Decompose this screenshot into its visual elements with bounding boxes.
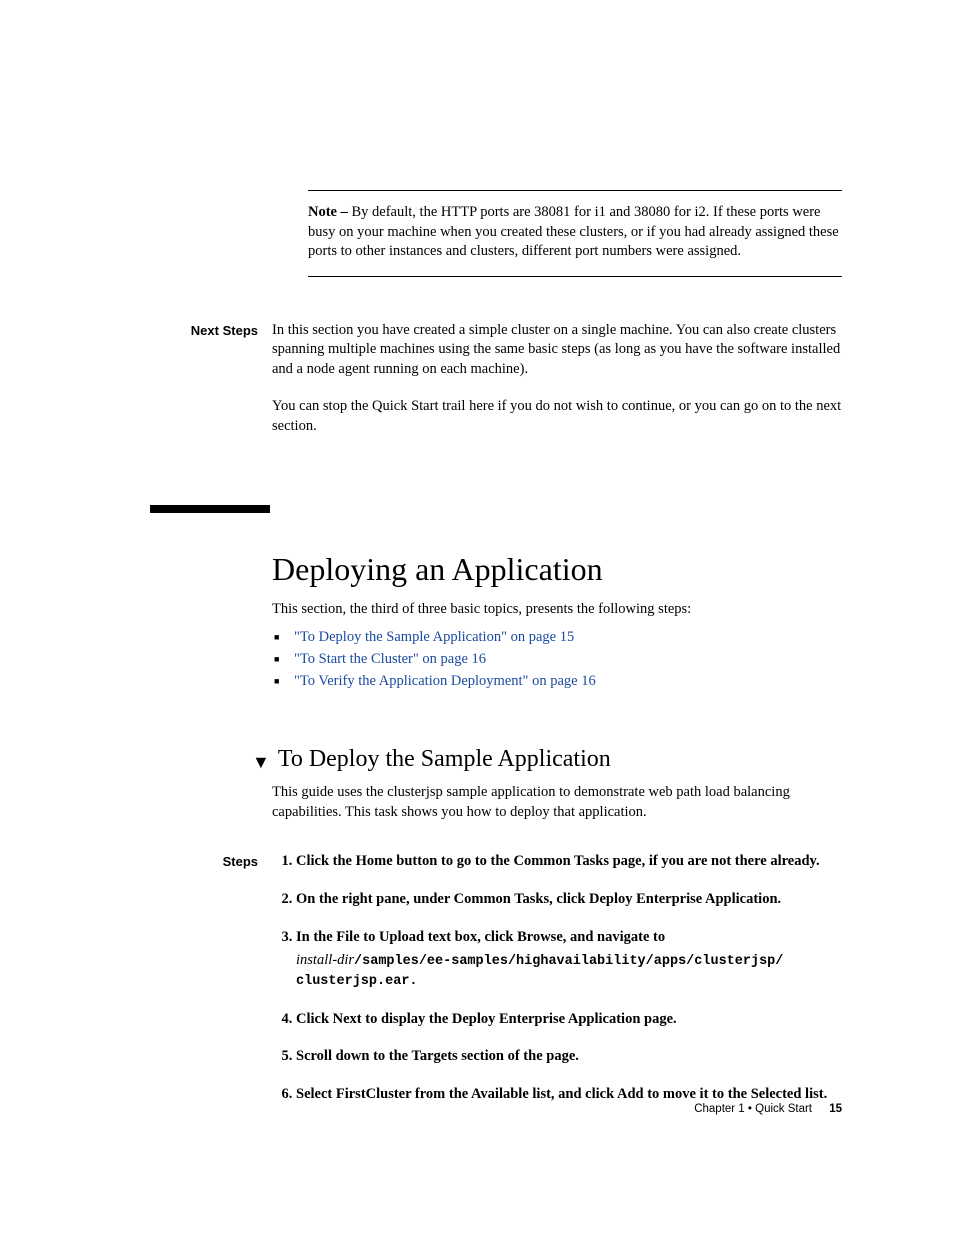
next-steps-body: In this section you have created a simpl…: [272, 321, 842, 455]
step-text: Select FirstCluster from the Available l…: [296, 1086, 827, 1102]
toc-item: "To Deploy the Sample Application" on pa…: [272, 627, 842, 649]
subsection-title: To Deploy the Sample Application: [278, 746, 611, 773]
note-box: Note – By default, the HTTP ports are 38…: [308, 190, 842, 277]
step-item: Scroll down to the Targets section of th…: [296, 1047, 842, 1067]
next-steps-block: Next Steps In this section you have crea…: [150, 321, 842, 455]
step-item: Click Next to display the Deploy Enterpr…: [296, 1010, 842, 1030]
step-text: On the right pane, under Common Tasks, c…: [296, 891, 781, 907]
path-mono: /samples/ee-samples/highavailability/app…: [296, 954, 783, 989]
steps-label: Steps: [150, 852, 272, 1122]
next-steps-para-2: You can stop the Quick Start trail here …: [272, 397, 842, 436]
subsection-intro-wrap: This guide uses the clusterjsp sample ap…: [272, 783, 842, 822]
page: Note – By default, the HTTP ports are 38…: [0, 0, 954, 1235]
section-block: Deploying an Application This section, t…: [272, 551, 842, 693]
step-text: Scroll down to the Targets section of th…: [296, 1048, 579, 1064]
step-item: Select FirstCluster from the Available l…: [296, 1085, 842, 1105]
toc-link-1[interactable]: "To Deploy the Sample Application" on pa…: [294, 629, 574, 645]
step-text: In the File to Upload text box, click Br…: [296, 929, 665, 945]
path-end: .: [409, 974, 417, 989]
steps-list: Click the Home button to go to the Commo…: [272, 852, 842, 1122]
path-italic: install-dir: [296, 952, 354, 968]
toc-item: "To Start the Cluster" on page 16: [272, 649, 842, 671]
subsection-intro: This guide uses the clusterjsp sample ap…: [272, 783, 842, 822]
steps-block: Steps Click the Home button to go to the…: [150, 852, 842, 1122]
next-steps-para-1: In this section you have created a simpl…: [272, 321, 842, 380]
step-item: On the right pane, under Common Tasks, c…: [296, 890, 842, 910]
section-title: Deploying an Application: [272, 551, 842, 588]
note-text: By default, the HTTP ports are 38081 for…: [308, 204, 839, 259]
toc-item: "To Verify the Application Deployment" o…: [272, 671, 842, 693]
content-column: Note – By default, the HTTP ports are 38…: [272, 190, 842, 277]
next-steps-label: Next Steps: [150, 321, 272, 455]
step-path: install-dir/samples/ee-samples/highavail…: [296, 951, 842, 991]
step-text: Click Next to display the Deploy Enterpr…: [296, 1011, 677, 1027]
footer-chapter: Chapter 1 • Quick Start: [694, 1103, 812, 1115]
toc-list: "To Deploy the Sample Application" on pa…: [272, 627, 842, 692]
step-item: Click the Home button to go to the Commo…: [296, 852, 842, 872]
section-intro: This section, the third of three basic t…: [272, 600, 842, 620]
page-footer: Chapter 1 • Quick Start 15: [694, 1103, 842, 1115]
toc-link-2[interactable]: "To Start the Cluster" on page 16: [294, 651, 486, 667]
step-text: Click the Home button to go to the Commo…: [296, 853, 820, 869]
step-item: In the File to Upload text box, click Br…: [296, 928, 842, 992]
footer-page-number: 15: [829, 1103, 842, 1115]
note-label: Note –: [308, 204, 348, 220]
subsection-header: ▼ To Deploy the Sample Application: [252, 746, 842, 783]
section-rule: [150, 505, 270, 513]
triangle-icon: ▼: [252, 753, 270, 771]
toc-link-3[interactable]: "To Verify the Application Deployment" o…: [294, 673, 596, 689]
